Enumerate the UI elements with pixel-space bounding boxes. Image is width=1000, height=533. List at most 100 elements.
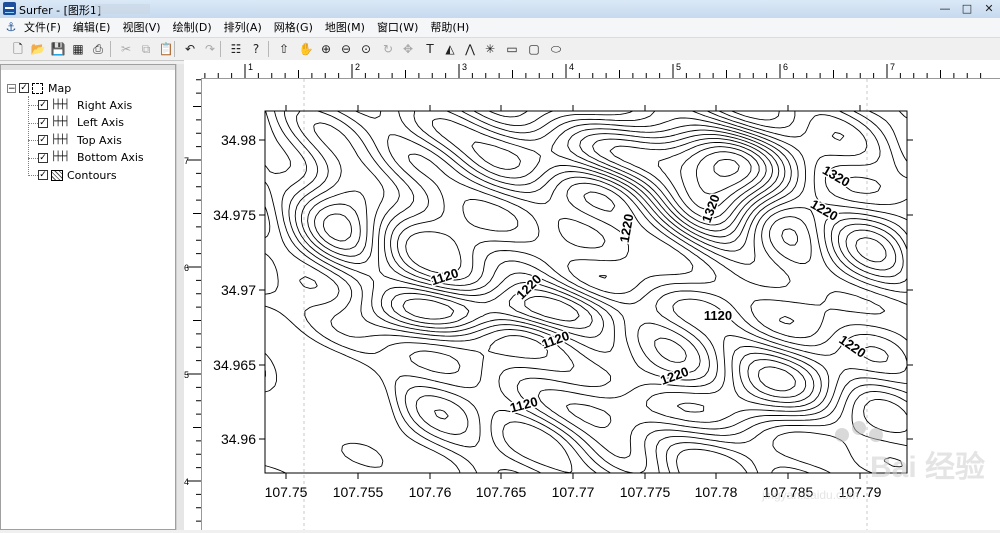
menu-item[interactable]: 编辑(E) <box>73 20 111 35</box>
close-button[interactable]: ✕ <box>978 0 1000 18</box>
ruler-label: 4 <box>184 477 189 487</box>
x-axis-label: 107.75 <box>265 484 308 500</box>
ruler-label: 2 <box>355 62 360 72</box>
ellipse-tool-icon[interactable]: ⬭ <box>548 41 564 57</box>
tree-item-right-axis[interactable]: ✓ ├┼┼┤ Right Axis <box>38 97 132 113</box>
watermark-text: Bai 经验 <box>870 450 985 484</box>
visibility-checkbox[interactable]: ✓ <box>38 152 48 163</box>
contour-label: 1120 <box>429 265 460 288</box>
main-toolbar: 🗋 📂 💾 ▦ ⎙ ✂ ⧉ 📋 ↶ ↷ ☷? ⇧ ✋ ⊕ ⊖ ⊙ ↻ ✥ T ◭ ⋀ ✳ ▭ ▢ ⬭ <box>0 38 1000 61</box>
rounded-rectangle-tool-icon[interactable]: ▢ <box>526 41 542 57</box>
ruler-label: 6 <box>783 62 788 72</box>
symbol-tool-icon[interactable]: ✳ <box>482 41 498 57</box>
collapse-icon[interactable]: − <box>7 83 16 93</box>
tree-item-map[interactable]: − ✓ Map <box>7 80 71 96</box>
y-axis-label: 34.96 <box>221 431 256 447</box>
axis-icon: ├┼┼┤ <box>51 134 70 145</box>
cut-icon[interactable]: ✂ <box>118 41 134 57</box>
tree-item-label: Left Axis <box>77 116 125 129</box>
y-axis-label: 34.97 <box>221 282 256 298</box>
visibility-checkbox[interactable]: ✓ <box>38 117 48 128</box>
map-visibility-checkbox[interactable]: ✓ <box>19 83 29 93</box>
menu-item[interactable]: 地图(M) <box>325 20 365 35</box>
tree-item-top-axis[interactable]: ✓ ├┼┼┤ Top Axis <box>38 132 122 148</box>
polygon-tool-icon[interactable]: ◭ <box>442 41 458 57</box>
tree-item-left-axis[interactable]: ✓ ├┼┼┤ Left Axis <box>38 115 124 131</box>
y-axis-label: 34.98 <box>221 132 256 148</box>
tree-item-label: Top Axis <box>77 133 122 147</box>
object-manager-icon[interactable]: ☷ <box>228 41 244 57</box>
contour-map[interactable]: 107.75 107.755 107.76 107.765 107.77 107.775 1… <box>202 79 1000 530</box>
x-axis-label: 107.775 <box>620 484 671 500</box>
menu-item[interactable]: 网格(G) <box>274 20 313 35</box>
rectangle-tool-icon[interactable]: ▭ <box>504 41 520 57</box>
menu-item[interactable]: 绘制(D) <box>173 20 212 35</box>
tree-item-bottom-axis[interactable]: ✓ ├┼┼┤ Bottom Axis <box>38 150 144 166</box>
ruler-label: 5 <box>676 62 681 72</box>
menu-item[interactable]: 帮助(H) <box>430 20 469 35</box>
y-axis-label: 34.975 <box>213 207 256 223</box>
tree-connector <box>28 175 38 176</box>
print-icon[interactable]: ⎙ <box>90 41 106 57</box>
open-icon[interactable]: 📂 <box>30 41 46 57</box>
new-icon[interactable]: 🗋 <box>10 41 26 57</box>
text-tool-icon[interactable]: T <box>422 41 438 57</box>
zoom-in-icon[interactable]: ⊕ <box>318 41 334 57</box>
menu-item[interactable]: 视图(V) <box>122 20 160 35</box>
vertical-ruler-scale: 7 6 5 4 <box>184 79 201 522</box>
visibility-checkbox[interactable]: ✓ <box>38 135 48 145</box>
save-icon[interactable]: 💾 <box>50 41 66 57</box>
x-axis-label: 107.76 <box>409 484 452 500</box>
maximize-button[interactable]: □ <box>956 0 978 18</box>
tree-item-label: Contours <box>67 168 117 182</box>
contour-lines <box>265 111 907 473</box>
x-axis-label: 107.77 <box>552 484 595 500</box>
minimize-button[interactable]: — <box>934 0 956 18</box>
reshape-icon[interactable]: ✥ <box>400 41 416 57</box>
ruler-label: 1 <box>248 62 253 72</box>
contour-path <box>265 111 907 473</box>
contour-label: 1320 <box>820 162 853 189</box>
polyline-tool-icon[interactable]: ⋀ <box>462 41 478 57</box>
y-axis-label: 34.965 <box>213 357 256 373</box>
visibility-checkbox[interactable]: ✓ <box>38 100 48 110</box>
map-frame-icon <box>32 82 43 94</box>
tree-item-contours[interactable]: ✓ Contours <box>38 167 117 183</box>
toolbar-separator <box>174 41 175 57</box>
x-axis-label: 107.765 <box>476 484 527 500</box>
ruler-label: 4 <box>569 62 574 72</box>
axis-icon: ├┼┼┤ <box>51 99 70 110</box>
horizontal-ruler-scale: 1 2 3 4 5 6 7 <box>204 62 982 78</box>
tree-connector <box>28 157 38 159</box>
title-bar: Surfer - [图形1] — □ ✕ <box>0 0 1000 19</box>
object-manager-header <box>1 65 175 70</box>
select-arrow-icon[interactable]: ⇧ <box>276 41 292 57</box>
copy-icon[interactable]: ⧉ <box>138 41 154 57</box>
visibility-checkbox[interactable]: ✓ <box>38 170 48 180</box>
ruler-label: 7 <box>890 62 895 72</box>
help-pointer-icon[interactable]: ? <box>248 41 264 57</box>
menu-item[interactable]: 窗口(W) <box>377 20 418 35</box>
menu-item[interactable]: 排列(A) <box>224 20 262 35</box>
tree-connector <box>28 105 38 106</box>
redo-icon[interactable]: ↷ <box>202 41 218 57</box>
toolbar-separator <box>268 41 269 57</box>
vertical-ruler: 7 6 5 4 <box>184 78 202 530</box>
zoom-fit-icon[interactable]: ⊙ <box>358 41 374 57</box>
document-control-icon[interactable]: ⚓ <box>4 20 18 34</box>
undo-icon[interactable]: ↶ <box>182 41 198 57</box>
x-axis-label: 107.755 <box>333 484 384 500</box>
plot-canvas[interactable]: 107.75 107.755 107.76 107.765 107.77 107.775 1… <box>202 79 1000 530</box>
pan-hand-icon[interactable]: ✋ <box>298 41 314 57</box>
contour-label: 1220 <box>658 364 690 388</box>
zoom-out-icon[interactable]: ⊖ <box>338 41 354 57</box>
paste-icon[interactable]: 📋 <box>158 41 174 57</box>
rotate-icon[interactable]: ↻ <box>380 41 396 57</box>
contour-label: 1220 <box>617 213 637 244</box>
axis-icon: ├┼┼┤ <box>51 117 70 127</box>
menu-item[interactable]: 文件(F) <box>24 20 61 35</box>
tree-connector <box>28 140 38 141</box>
contour-label: 1220 <box>513 271 544 302</box>
worksheet-icon[interactable]: ▦ <box>70 41 86 57</box>
x-axis-label: 107.78 <box>695 484 738 500</box>
